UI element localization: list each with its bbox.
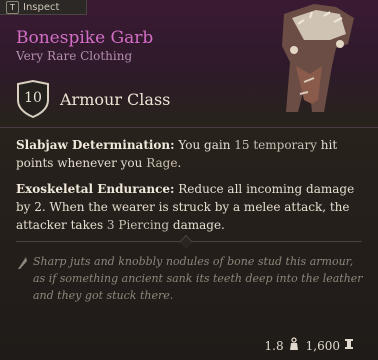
effect-slabjaw-determination: Slabjaw Determination: You gain 15 tempo… bbox=[16, 138, 338, 170]
item-rarity: Very Rare Clothing bbox=[16, 49, 133, 63]
item-image bbox=[282, 4, 354, 112]
effect-exoskeletal-endurance: Exoskeletal Endurance: Reduce all incomi… bbox=[16, 182, 355, 232]
gold-icon bbox=[344, 338, 354, 353]
armour-class-value: 10 bbox=[24, 90, 42, 106]
item-footer: 1.8 1,600 bbox=[265, 337, 360, 354]
armour-class-row: 10 Armour Class bbox=[16, 79, 171, 119]
item-name: Bonespike Garb bbox=[16, 28, 154, 48]
highlight-value[interactable]: 15 temporary bbox=[234, 138, 317, 152]
header-divider bbox=[0, 127, 378, 128]
inspect-key-hint: T bbox=[6, 0, 19, 14]
weight-value: 1.8 bbox=[264, 338, 284, 353]
armour-class-label: Armour Class bbox=[60, 89, 171, 109]
flavour-text: Sharp juts and knobbly nodules of bone s… bbox=[33, 255, 363, 302]
effect-name: Exoskeletal Endurance: bbox=[16, 182, 175, 196]
effects-list: Slabjaw Determination: You gain 15 tempo… bbox=[16, 136, 361, 242]
effect-name: Slabjaw Determination: bbox=[16, 138, 175, 152]
highlight-value[interactable]: 3 Piercing bbox=[107, 218, 169, 232]
quill-icon bbox=[18, 257, 27, 269]
inspect-label: Inspect bbox=[23, 1, 60, 13]
shield-icon: 10 bbox=[16, 79, 50, 119]
item-tooltip: T Inspect Bonespike Garb Very Rare Cloth… bbox=[0, 0, 378, 360]
weight-icon bbox=[288, 337, 300, 354]
rage-link[interactable]: Rage bbox=[146, 156, 177, 170]
inspect-button[interactable]: T Inspect bbox=[0, 0, 87, 15]
gold-value: 1,600 bbox=[305, 338, 340, 353]
